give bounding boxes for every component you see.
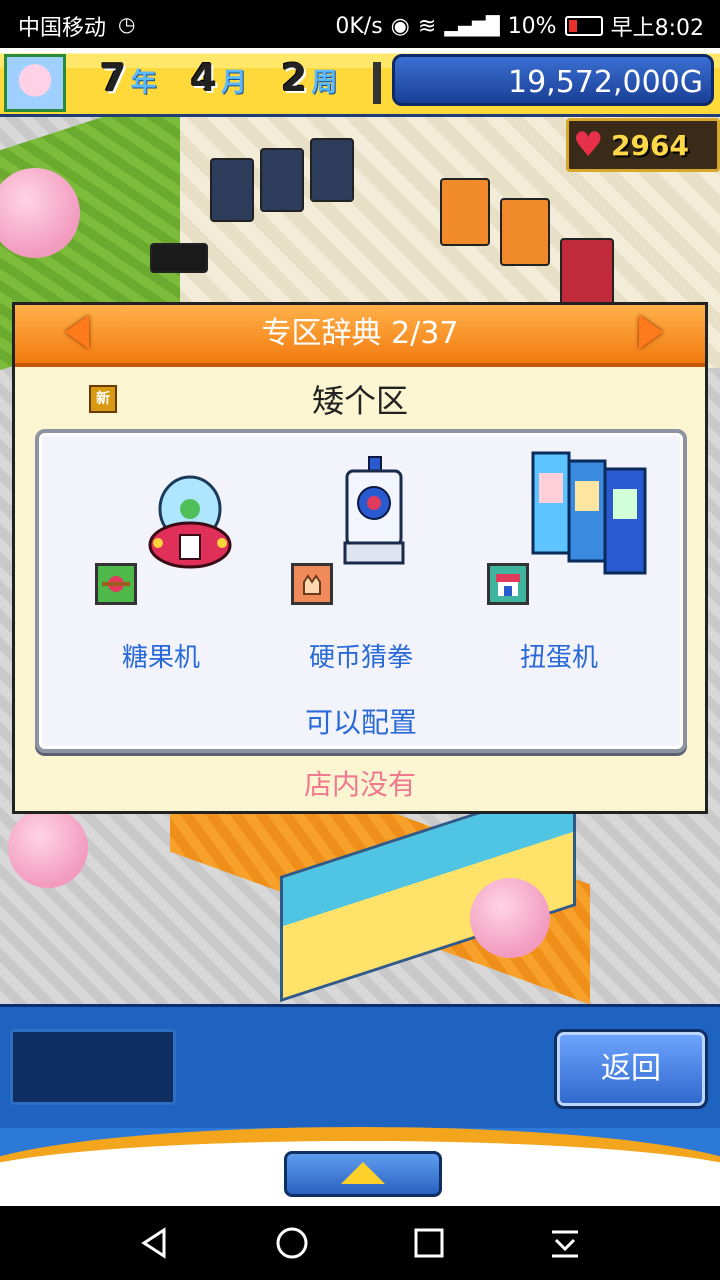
money-display: 19,572,000G bbox=[392, 54, 714, 106]
item-label: 硬币猜拳 bbox=[308, 643, 413, 673]
game-date: 7 年 4 月 2 周 bbox=[100, 56, 367, 100]
bench bbox=[150, 243, 208, 273]
navigation-bar bbox=[0, 1206, 720, 1280]
hud-divider bbox=[373, 62, 381, 104]
hearts-value: 2964 bbox=[611, 128, 689, 162]
gacha-machine-art bbox=[531, 451, 647, 575]
cherry-tree bbox=[8, 808, 88, 888]
clock-time: 早上8:02 bbox=[610, 16, 704, 41]
nav-recent-icon[interactable] bbox=[412, 1226, 446, 1260]
signal-4g-icon: ▂▄▆█ bbox=[444, 15, 500, 37]
top-hud: 7 年 4 月 2 周 19,572,000G bbox=[0, 48, 720, 117]
network-speed: 0K/s bbox=[335, 13, 383, 39]
nav-back-icon[interactable] bbox=[138, 1226, 172, 1260]
zone-item[interactable]: 糖果机 bbox=[61, 433, 261, 683]
cherry-tree bbox=[470, 878, 550, 958]
dialog-title: 专区辞典 2/37 bbox=[261, 316, 459, 351]
arcade-cabinet bbox=[310, 138, 354, 202]
expand-menu-button[interactable] bbox=[284, 1151, 442, 1197]
zone-dictionary-dialog: 专区辞典 2/37 新 矮个区 糖果机 硬币猜拳 扭蛋机 可以配置 店内没有 bbox=[12, 302, 708, 814]
week-unit: 周 bbox=[311, 68, 338, 98]
carrier-label: 中国移动 bbox=[18, 16, 107, 41]
item-label: 糖果机 bbox=[121, 643, 200, 673]
zone-item[interactable]: 扭蛋机 bbox=[459, 433, 659, 683]
hand-icon bbox=[291, 563, 333, 605]
zone-item[interactable]: 硬币猜拳 bbox=[261, 433, 461, 683]
bottom-panel: 返回 bbox=[0, 1004, 720, 1209]
zone-name: 矮个区 bbox=[311, 382, 408, 420]
eye-icon: ◉ bbox=[390, 13, 410, 39]
candy-machine-art bbox=[148, 475, 232, 569]
year-unit: 年 bbox=[130, 68, 157, 98]
empty-slot bbox=[10, 1029, 176, 1105]
battery-percent: 10% bbox=[507, 13, 557, 39]
coin-rps-machine-art bbox=[343, 456, 405, 565]
arcade-cabinet bbox=[440, 178, 490, 246]
candy-icon bbox=[95, 563, 137, 605]
month-value: 4 bbox=[190, 56, 217, 100]
arcade-cabinet bbox=[260, 148, 304, 212]
arcade-cabinet bbox=[210, 158, 254, 222]
nav-home-icon[interactable] bbox=[275, 1226, 309, 1260]
wifi-icon: ≋ bbox=[417, 13, 437, 39]
arcade-cabinet bbox=[560, 238, 614, 312]
store-status: 店内没有 bbox=[303, 768, 416, 801]
up-arrow-icon bbox=[341, 1162, 385, 1184]
clock-icon: ◷ bbox=[118, 12, 136, 36]
battery-icon bbox=[564, 16, 603, 36]
next-page-arrow-icon[interactable] bbox=[639, 315, 663, 349]
shop-icon bbox=[487, 563, 529, 605]
hearts-display: ♥ 2964 bbox=[566, 118, 720, 172]
heart-icon: ♥ bbox=[573, 125, 604, 165]
zone-items-panel: 糖果机 硬币猜拳 扭蛋机 可以配置 bbox=[35, 429, 687, 753]
arcade-cabinet bbox=[500, 198, 550, 266]
placeable-status: 可以配置 bbox=[304, 706, 417, 739]
dialog-header: 专区辞典 2/37 bbox=[15, 305, 705, 367]
back-button[interactable]: 返回 bbox=[554, 1029, 708, 1109]
status-bar: 中国移动 ◷ 0K/s ◉ ≋ ▂▄▆█ 10% 早上8:02 bbox=[0, 0, 720, 48]
week-value: 2 bbox=[280, 56, 308, 100]
season-icon[interactable] bbox=[4, 54, 66, 112]
month-unit: 月 bbox=[220, 68, 247, 98]
item-label: 扭蛋机 bbox=[519, 643, 598, 673]
nav-notification-icon[interactable] bbox=[548, 1226, 582, 1260]
year-value: 7 bbox=[100, 56, 127, 100]
